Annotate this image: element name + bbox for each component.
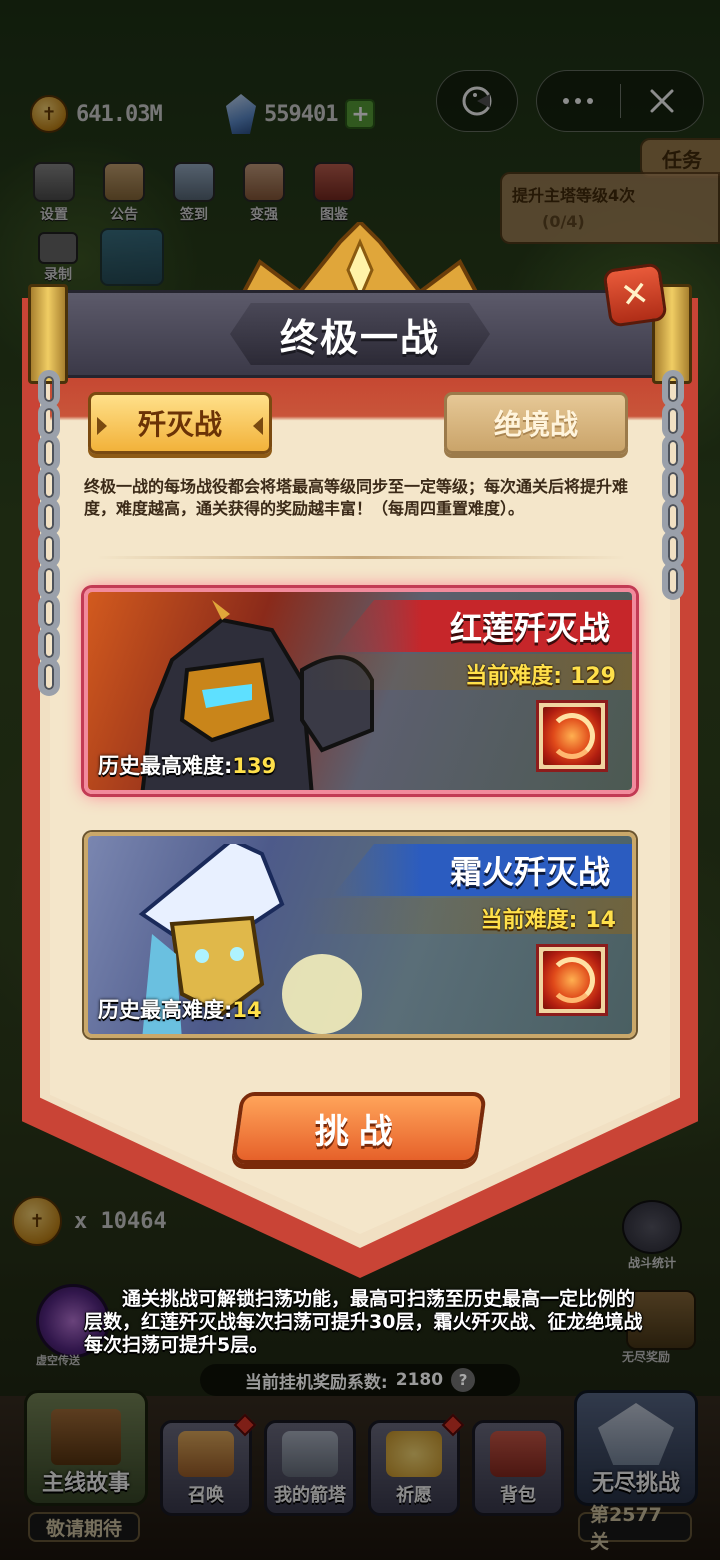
right-chain-ornament [660, 370, 686, 600]
current-difficulty-value: 14 [585, 908, 616, 933]
history-best: 历史最高难度:139 [98, 754, 277, 778]
fire-swirl-icon [549, 713, 595, 759]
tab-annihilation[interactable]: 歼灭战 [88, 392, 272, 454]
fire-swirl-icon [549, 957, 595, 1003]
left-chain-ornament [36, 370, 62, 696]
history-best-value: 14 [232, 998, 262, 1022]
reward-item[interactable] [536, 700, 608, 772]
left-pillar-ornament [28, 284, 68, 384]
current-difficulty: 当前难度: 14 [480, 908, 616, 933]
current-difficulty: 当前难度: 129 [465, 664, 616, 689]
modal-close-button[interactable]: ✕ [602, 262, 668, 328]
sweep-tooltip: 通关挑战可解锁扫荡功能，最高可扫荡至历史最高一定比例的层数，红莲歼灭战每次扫荡可… [84, 1288, 643, 1356]
idle-reward-bar: 当前挂机奖励系数: 2180 ? [200, 1364, 520, 1396]
modal-title: 终极一战 [279, 315, 440, 360]
idle-reward-value: 2180 [395, 1370, 444, 1390]
tab-desperate[interactable]: 绝境战 [444, 392, 628, 454]
help-icon[interactable]: ? [451, 1368, 476, 1392]
reward-item[interactable] [536, 944, 608, 1016]
history-best-value: 139 [232, 754, 277, 778]
card-title: 霜火歼灭战 [332, 844, 632, 896]
history-best: 历史最高难度:14 [98, 998, 262, 1022]
current-difficulty-value: 129 [570, 664, 616, 689]
challenge-button[interactable]: 挑战 [230, 1092, 488, 1164]
divider [96, 556, 626, 559]
card-title: 红莲歼灭战 [332, 600, 632, 652]
close-x-icon: ✕ [618, 273, 652, 317]
battle-card-frostfire[interactable]: 霜火歼灭战 当前难度: 14 历史最高难度:14 [84, 832, 636, 1038]
battle-card-red-lotus[interactable]: 红莲歼灭战 当前难度: 129 历史最高难度:139 [84, 588, 636, 794]
modal-title-bar: 终极一战 [62, 290, 658, 378]
modal-description: 终极一战的每场战役都会将塔最高等级同步至一定等级；每次通关后将提升难度，难度越高… [84, 477, 629, 518]
